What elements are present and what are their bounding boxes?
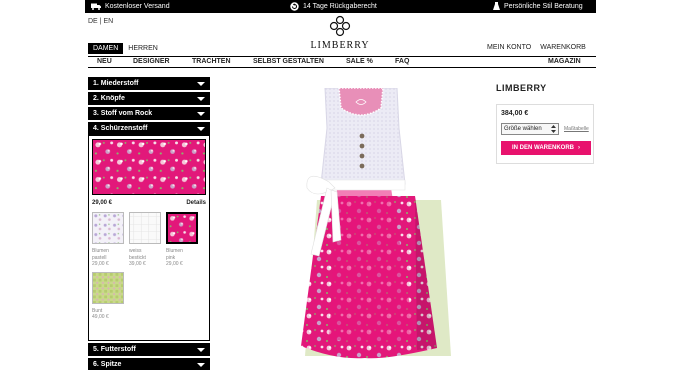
language-switcher: DE | EN	[88, 18, 113, 25]
size-select[interactable]: Größe wählen	[501, 123, 559, 135]
returns-text: 14 Tage Rückgaberecht	[303, 3, 377, 10]
add-to-cart-button[interactable]: IN DEN WARENKORB ›	[501, 141, 591, 155]
main-navigation: NEU DESIGNER TRACHTEN SELBST GESTALTEN S…	[88, 56, 596, 68]
cart-link[interactable]: WARENKORB	[540, 44, 586, 51]
fabric-swatch	[166, 212, 198, 244]
chevron-down-icon	[197, 111, 205, 116]
tab-damen[interactable]: DAMEN	[88, 43, 124, 54]
step-schuerzenstoff[interactable]: 4. Schürzenstoff	[88, 122, 210, 135]
step-label: 6. Spitze	[93, 361, 122, 368]
purchase-box: 384,00 € Größe wählen Maßtabelle IN DEN …	[496, 104, 594, 164]
selected-fabric-preview	[92, 139, 206, 195]
fabric-option[interactable]: Blumen pastell 29,00 €	[92, 212, 124, 268]
consulting-text: Persönliche Stil Beratung	[504, 3, 583, 10]
step-stoff-vom-rock[interactable]: 3. Stoff vom Rock	[88, 107, 210, 120]
step-miederstoff[interactable]: 1. Miederstoff	[88, 77, 210, 90]
step-label: 4. Schürzenstoff	[93, 125, 148, 132]
product-brand: LIMBERRY	[496, 83, 547, 93]
step-label: 2. Knöpfe	[93, 95, 125, 102]
nav-neu[interactable]: NEU	[97, 58, 112, 65]
add-to-cart-label: IN DEN WARENKORB	[511, 145, 574, 151]
returns-info: 14 Tage Rückgaberecht	[290, 0, 377, 13]
step-futterstoff[interactable]: 5. Futterstoff	[88, 343, 210, 356]
step-label: 5. Futterstoff	[93, 346, 136, 353]
chevron-down-icon	[197, 126, 205, 131]
step-knoepfe[interactable]: 2. Knöpfe	[88, 92, 210, 105]
dress-configurator: 1. Miederstoff 2. Knöpfe 3. Stoff vom Ro…	[88, 77, 210, 370]
flower-logo-icon	[329, 15, 351, 37]
fabric-swatch	[92, 271, 124, 304]
logo-wordmark: LIMBERRY	[310, 40, 370, 51]
dirndl-product-image	[301, 88, 451, 359]
lang-en[interactable]: EN	[103, 18, 113, 25]
nav-faq[interactable]: FAQ	[395, 58, 409, 65]
fabric-price: 29,00 €	[166, 261, 183, 267]
select-arrows-icon	[551, 125, 556, 133]
site-logo[interactable]: LIMBERRY	[305, 15, 375, 51]
account-links: MEIN KONTO WARENKORB	[487, 44, 586, 51]
nav-designer[interactable]: DESIGNER	[133, 58, 170, 65]
selected-fabric-price: 29,00 €	[92, 200, 113, 206]
nav-sale[interactable]: SALE %	[346, 58, 373, 65]
step-label: 1. Miederstoff	[93, 80, 139, 87]
top-info-bar: Kostenloser Versand 14 Tage Rückgaberech…	[85, 0, 596, 13]
lang-de[interactable]: DE	[88, 18, 98, 25]
fabric-price: 29,00 €	[92, 261, 109, 267]
truck-icon	[91, 3, 101, 10]
return-arrow-icon	[290, 2, 299, 11]
chevron-down-icon	[197, 81, 205, 86]
shipping-info: Kostenloser Versand	[91, 0, 170, 13]
lang-separator: |	[99, 18, 102, 25]
gender-tabs: DAMEN HERREN	[88, 43, 163, 54]
nav-magazin[interactable]: MAGAZIN	[548, 58, 581, 65]
my-account-link[interactable]: MEIN KONTO	[487, 44, 531, 51]
size-select-value: Größe wählen	[504, 126, 542, 132]
fabric-option-selected[interactable]: Blumen pink 29,00 €	[166, 212, 198, 268]
size-table-link[interactable]: Maßtabelle	[564, 126, 589, 132]
shipping-text: Kostenloser Versand	[105, 3, 170, 10]
step-label: 3. Stoff vom Rock	[93, 110, 153, 117]
fabric-price: 39,00 €	[129, 261, 146, 267]
nav-selbst-gestalten[interactable]: SELBST GESTALTEN	[253, 58, 324, 65]
arrow-right-icon: ›	[578, 145, 580, 151]
chevron-down-icon	[197, 96, 205, 101]
fabric-price: 49,00 €	[92, 314, 109, 320]
fabric-option[interactable]: weiss bestickt 39,00 €	[129, 212, 161, 268]
details-link[interactable]: Details	[186, 200, 206, 206]
chevron-down-icon	[197, 362, 205, 367]
tab-herren[interactable]: HERREN	[123, 43, 163, 54]
fabric-swatch	[129, 212, 161, 244]
fabric-swatch	[92, 212, 124, 244]
nav-trachten[interactable]: TRACHTEN	[192, 58, 231, 65]
step-spitze[interactable]: 6. Spitze	[88, 358, 210, 370]
consulting-info: Persönliche Stil Beratung	[493, 0, 583, 13]
chevron-down-icon	[197, 347, 205, 352]
product-price: 384,00 €	[501, 110, 529, 117]
dress-form-icon	[493, 2, 500, 10]
fabric-option[interactable]: Bunt 49,00 €	[92, 271, 124, 321]
schuerzenstoff-options: 29,00 € Details Blumen pastell 29,00 € wei…	[88, 135, 210, 341]
